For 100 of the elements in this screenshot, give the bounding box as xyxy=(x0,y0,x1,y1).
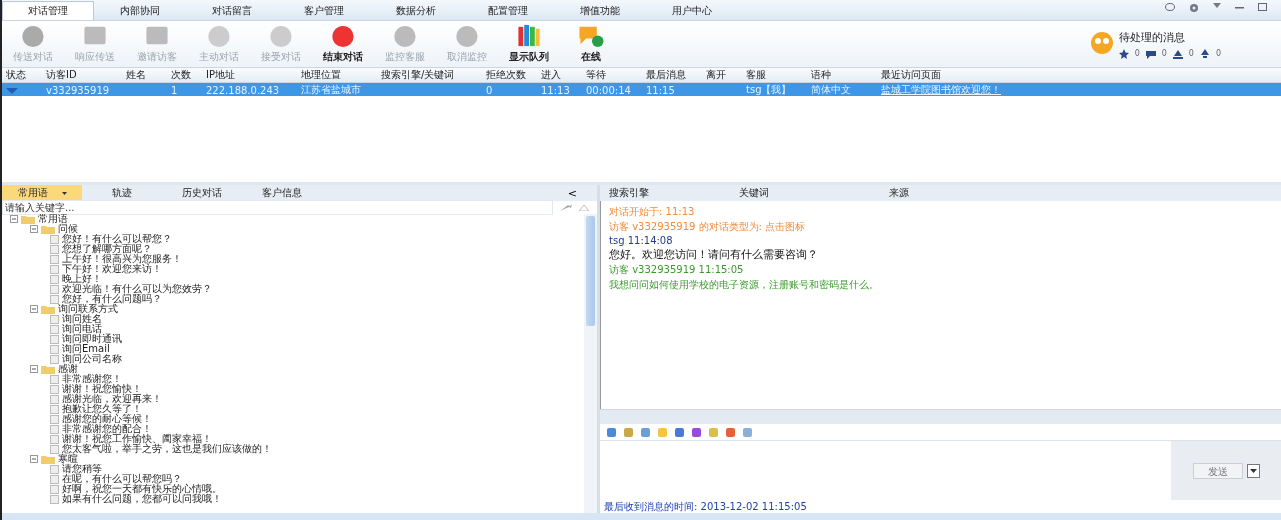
column-header[interactable]: 等待 xyxy=(582,68,642,82)
phrase-item[interactable]: 非常感谢您！ xyxy=(62,374,122,384)
column-header[interactable]: 进入 xyxy=(537,68,582,82)
column-header[interactable]: 姓名 xyxy=(122,68,167,82)
column-header[interactable]: 访客ID xyxy=(42,68,122,82)
count-label: 0 xyxy=(1188,49,1194,58)
phrase-item[interactable]: 抱歉让您久等了！ xyxy=(62,404,142,414)
table-cell-text: v332935919 xyxy=(45,84,111,96)
panel-tab[interactable]: 客户信息 xyxy=(242,185,322,201)
folder-icon xyxy=(41,224,55,234)
phrase-item[interactable]: 询问即时通讯 xyxy=(62,334,122,344)
phrase-item[interactable]: 谢谢！祝您愉快！ xyxy=(62,384,142,394)
phrase-item[interactable]: 上午好！很高兴为您服务！ xyxy=(62,254,182,264)
column-header[interactable]: 拒绝次数 xyxy=(482,68,537,82)
toolbar-button[interactable]: 结束对话 xyxy=(312,21,374,67)
collapse-toggle-icon[interactable] xyxy=(30,305,38,313)
panel-tab[interactable]: 轨迹 xyxy=(82,185,162,201)
folder-label[interactable]: 感谢 xyxy=(58,364,78,374)
scrollbar[interactable] xyxy=(584,214,597,513)
maximize-icon[interactable] xyxy=(1258,3,1267,11)
column-header[interactable]: 语种 xyxy=(807,68,877,82)
table-cell-text: 简体中文 xyxy=(810,83,852,97)
collapse-toggle-icon[interactable] xyxy=(10,215,18,223)
count-label: 0 xyxy=(1161,49,1167,58)
last-received-time: 最后收到消息的时间: 2013-12-02 11:15:05 xyxy=(603,500,808,513)
column-header[interactable]: 次数 xyxy=(167,68,202,82)
column-header[interactable]: 来源 xyxy=(885,186,1281,200)
toolbar-button[interactable]: 显示队列 xyxy=(498,21,560,67)
phrase-item[interactable]: 询问公司名称 xyxy=(62,354,122,364)
send-button[interactable]: 发送 xyxy=(1192,462,1243,479)
phrase-item[interactable]: 您好，有什么问题吗？ xyxy=(62,294,162,304)
column-header[interactable]: 搜索引擎/关键词 xyxy=(377,68,482,82)
phrase-item[interactable]: 谢谢！祝您工作愉快、阖家幸福！ xyxy=(62,434,212,444)
wrench-icon[interactable] xyxy=(559,203,573,212)
phrase-item[interactable]: 在呢，有什么可以帮您吗？ xyxy=(62,474,182,484)
collapse-toggle-icon[interactable] xyxy=(30,225,38,233)
folder-label[interactable]: 问候 xyxy=(58,224,78,234)
collapse-button[interactable]: < xyxy=(567,186,577,200)
nav-tab[interactable]: 用户中心 xyxy=(646,1,738,20)
folder-label[interactable]: 询问联系方式 xyxy=(58,304,118,314)
phrase-item[interactable]: 感谢您的耐心等候！ xyxy=(62,414,152,424)
column-header[interactable]: 搜索引擎 xyxy=(605,186,735,200)
phrase-item[interactable]: 如果有什么问题，您都可以问我哦！ xyxy=(62,494,222,504)
nav-tab[interactable]: 内部协同 xyxy=(94,1,186,20)
phrase-item[interactable]: 询问Email xyxy=(62,344,110,354)
pending-messages-title: 待处理的消息 xyxy=(1118,29,1186,45)
nav-tab[interactable]: 配置管理 xyxy=(462,1,554,20)
message-text: 我想问问如何使用学校的电子资源，注册账号和密码是什么。 xyxy=(609,278,880,292)
table-cell-text: 11:15 xyxy=(645,84,676,96)
message-text: 访客 v332935919 的对话类型为: 点击图标 xyxy=(609,220,807,234)
phrase-item[interactable]: 请您稍等 xyxy=(62,464,102,474)
star-icon xyxy=(1118,48,1129,59)
phrase-item[interactable]: 您想了解哪方面呢？ xyxy=(62,244,152,254)
count-label: 0 xyxy=(1134,49,1140,58)
phrase-item[interactable]: 您好！有什么可以帮您？ xyxy=(62,234,172,244)
column-header[interactable]: 关键词 xyxy=(735,186,885,200)
column-header[interactable]: 离开 xyxy=(702,68,742,82)
folder-label[interactable]: 常用语 xyxy=(38,214,68,224)
phrase-item[interactable]: 感谢光临，欢迎再来！ xyxy=(62,394,162,404)
count-label: 0 xyxy=(1215,49,1221,58)
table-cell-text: 11:13 xyxy=(540,84,571,96)
collapse-toggle-icon[interactable] xyxy=(30,365,38,373)
nav-tab[interactable]: 增值功能 xyxy=(554,1,646,20)
column-header[interactable]: 客服 xyxy=(742,68,807,82)
table-cell-text: 00:00:14 xyxy=(585,84,632,96)
column-header[interactable]: 状态 xyxy=(2,68,42,82)
column-header[interactable]: 最近访问页面 xyxy=(877,68,1281,82)
panel-tab[interactable]: 常用语 xyxy=(2,185,82,201)
folder-label[interactable]: 寒暄 xyxy=(58,454,78,464)
phrase-item[interactable]: 好啊，祝您一天都有快乐的心情哦。 xyxy=(62,484,222,494)
search-field[interactable]: 请输入关键字... xyxy=(2,200,553,215)
phrase-item[interactable]: 您太客气啦，举手之劳，这也是我们应该做的！ xyxy=(62,444,272,454)
phrase-item[interactable]: 欢迎光临！有什么可以为您效劳？ xyxy=(62,284,212,294)
nav-tab[interactable]: 对话留言 xyxy=(186,1,278,20)
table-cell-text: 1 xyxy=(170,84,179,96)
phrase-item[interactable]: 晚上好！ xyxy=(62,274,102,284)
nav-tab[interactable]: 数据分析 xyxy=(370,1,462,20)
column-header[interactable]: 地理位置 xyxy=(297,68,377,82)
folder-icon xyxy=(41,304,55,314)
table-cell-text: tsg【我】 xyxy=(745,83,793,97)
chat-icon[interactable] xyxy=(1165,3,1175,12)
phrase-item[interactable]: 询问姓名 xyxy=(62,314,102,324)
panel-tab[interactable]: 历史对话 xyxy=(162,185,242,201)
phrase-item[interactable]: 非常感谢您的配合！ xyxy=(62,424,152,434)
phrase-item[interactable]: 下午好！欢迎您来访！ xyxy=(62,264,162,274)
nav-tab[interactable]: 对话管理 xyxy=(2,1,94,20)
collapse-toggle-icon[interactable] xyxy=(30,455,38,463)
dropdown-icon[interactable] xyxy=(1213,3,1221,9)
column-header[interactable]: 最后消息 xyxy=(642,68,702,82)
send-options-button[interactable] xyxy=(1246,463,1260,478)
folder-icon xyxy=(41,454,55,464)
table-cell-text: 江苏省盐城市 xyxy=(300,83,362,97)
triangle-icon[interactable] xyxy=(579,204,589,211)
column-header[interactable]: IP地址 xyxy=(202,68,297,82)
toolbar-button[interactable]: 在线 xyxy=(560,21,622,67)
table-cell-text: 0 xyxy=(485,84,494,96)
table-cell-text: 222.188.0.243 xyxy=(205,84,281,96)
nav-tab[interactable]: 客户管理 xyxy=(278,1,370,20)
settings-icon[interactable] xyxy=(1189,3,1199,13)
phrase-item[interactable]: 询问电话 xyxy=(62,324,102,334)
